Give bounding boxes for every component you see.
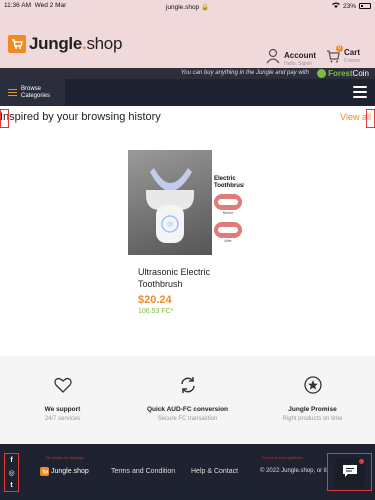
product-image[interactable]: Electric Toothbrush Before After xyxy=(128,150,244,255)
chat-notification-badge xyxy=(359,459,364,464)
forestcoin-icon xyxy=(317,69,327,78)
promo-text: You can buy anything in the Jungle and p… xyxy=(180,70,309,76)
account-button[interactable]: Account Hello, Signin xyxy=(266,48,316,69)
copyright-text: © 2022 Jungle.shop, or it xyxy=(260,468,327,474)
terms-link[interactable]: Terms and Condition xyxy=(111,468,175,475)
highlight-box-left xyxy=(0,109,9,128)
site-header: Jungle.shop Account Hello, Signin 0 Cart… xyxy=(0,12,375,68)
social-links: f ◎ t xyxy=(4,453,19,492)
feature-conversion: Quick AUD-FC conversion Secure FC transa… xyxy=(125,376,250,422)
toothbrush-photo xyxy=(128,150,212,255)
cart-button[interactable]: 0 Cart 0 items xyxy=(326,45,361,67)
status-right: 23% xyxy=(331,2,371,10)
highlight-box-right xyxy=(366,109,375,128)
feature-promise: Jungle Promise Right products on time xyxy=(250,376,375,422)
facebook-icon[interactable]: f xyxy=(10,457,12,464)
instagram-icon[interactable]: ◎ xyxy=(8,469,14,477)
heart-icon xyxy=(53,376,72,394)
chat-icon xyxy=(342,464,358,483)
account-title: Account xyxy=(284,50,316,60)
browse-categories-label: Browse Categories xyxy=(21,85,51,99)
battery-percent: 23% xyxy=(342,2,356,10)
browse-categories-button[interactable]: Browse Categories xyxy=(0,79,65,106)
before-after-panel: Electric Toothbrush Before After xyxy=(212,150,244,255)
url-bar[interactable]: jungle.shop 🔒 xyxy=(0,3,375,11)
footer-logo[interactable]: Jungle.shop xyxy=(40,467,89,476)
wifi-icon xyxy=(331,2,340,10)
footer-logo-text: Jungle.shop xyxy=(51,468,89,475)
after-teeth-image xyxy=(214,222,242,238)
forestcoin-logo: Forest Coin xyxy=(317,69,369,78)
feature-support: We support 24/7 services xyxy=(0,376,125,422)
menu-icon[interactable] xyxy=(353,86,367,101)
cart-icon xyxy=(326,50,340,67)
hamburger-icon xyxy=(8,87,17,98)
promo-bar: You can buy anything in the Jungle and p… xyxy=(0,68,375,79)
help-contact-link[interactable]: Help & Contact xyxy=(191,468,238,475)
user-icon xyxy=(266,48,280,69)
cart-title: Cart xyxy=(344,48,361,57)
battery-icon xyxy=(359,3,371,9)
logo-text: Jungle.shop xyxy=(29,34,123,53)
product-price: $20.24 xyxy=(138,294,172,306)
category-bar: Browse Categories xyxy=(0,79,375,106)
refresh-icon xyxy=(179,376,197,394)
chat-button[interactable] xyxy=(335,458,365,488)
site-footer: f ◎ t We accept our language Jungle.shop… xyxy=(0,444,375,500)
cart-subtitle: 0 items xyxy=(344,58,361,64)
product-name[interactable]: Ultrasonic Electric Toothbrush xyxy=(138,266,238,290)
product-fc-price: 106.53 FC* xyxy=(138,308,174,315)
status-bar: 11:36 AM Wed 2 Mar jungle.shop 🔒 23% xyxy=(0,0,375,12)
logo-cart-icon xyxy=(8,35,26,53)
before-teeth-image xyxy=(214,194,242,210)
site-logo[interactable]: Jungle.shop xyxy=(8,34,122,54)
footer-logo-cart-icon xyxy=(40,467,49,476)
section-title: Inspired by your browsing history xyxy=(0,111,161,123)
cart-count-badge: 0 xyxy=(336,45,343,52)
star-icon xyxy=(303,376,322,394)
footer-tiny-note-left: We accept our language xyxy=(46,456,84,460)
account-subtitle: Hello, Signin xyxy=(284,60,313,67)
features-strip: We support 24/7 services Quick AUD-FC co… xyxy=(0,356,375,444)
footer-tiny-note-right: Find us on more platforms xyxy=(262,456,303,460)
image-title: Electric Toothbrush xyxy=(214,176,244,189)
twitter-icon[interactable]: t xyxy=(10,482,12,489)
